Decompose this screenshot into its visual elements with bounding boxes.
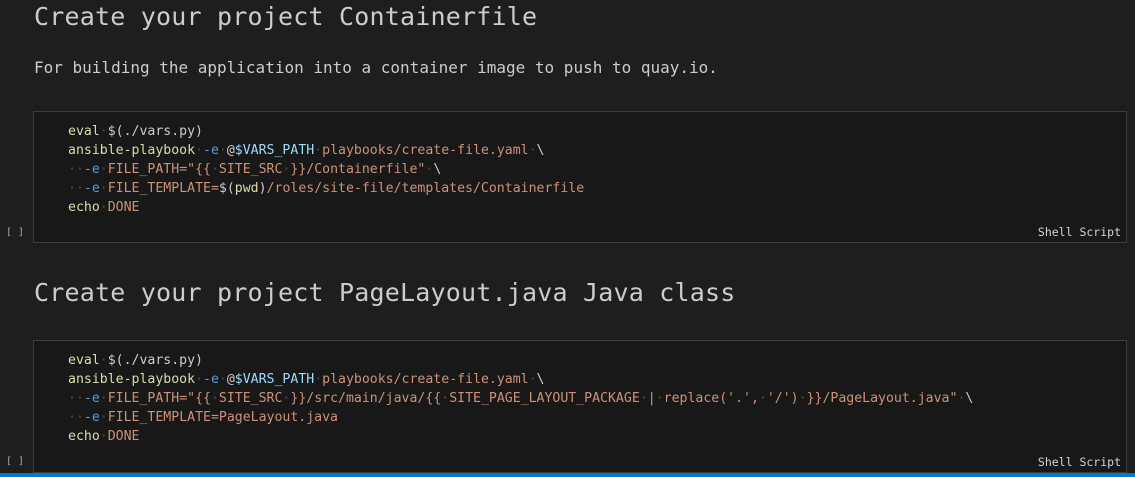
- code-token-ws: ·: [218, 143, 227, 158]
- code-token-str: }}/Containerfile": [290, 162, 426, 177]
- code-token-cmd: echo: [68, 200, 100, 215]
- code-token-cmd: ansible-playbook: [68, 372, 196, 387]
- code-token-var: $VARS_PATH: [234, 372, 315, 387]
- code-token-ws: ·: [99, 429, 108, 444]
- code-token-ws: ·: [99, 124, 108, 139]
- code-token-str: FILE_TEMPLATE=: [107, 181, 219, 196]
- code-token-cmd: eval: [68, 124, 100, 139]
- code-token-cmd: ansible-playbook: [68, 143, 196, 158]
- markdown-paragraph-containerfile: For building the application into a cont…: [34, 58, 718, 77]
- code-token-ws: ·: [441, 391, 450, 406]
- code-token-ws: ·: [218, 372, 227, 387]
- markdown-heading-containerfile: Create your project Containerfile: [34, 2, 538, 31]
- code-token-str: FILE_PATH="{{: [107, 391, 211, 406]
- code-token-var: $VARS_PATH: [234, 143, 315, 158]
- code-token-cmd: eval: [68, 353, 100, 368]
- code-token-ws: ··: [68, 181, 84, 196]
- code-token-ws: ·: [798, 391, 807, 406]
- code-token-str: playbooks/create-file.yaml: [322, 372, 529, 387]
- code-token-flag: -e: [83, 391, 100, 406]
- code-line[interactable]: echo·DONE: [68, 427, 973, 446]
- code-token-ws: ·: [528, 143, 537, 158]
- code-token-plain: @: [226, 372, 235, 387]
- code-token-plain: $(./vars.py): [107, 124, 203, 139]
- code-token-ws: ·: [655, 391, 664, 406]
- code-token-flag: -e: [203, 143, 219, 158]
- code-line[interactable]: eval·$(./vars.py): [68, 351, 973, 370]
- code-token-str: DONE: [107, 429, 140, 444]
- code-token-str: DONE: [107, 200, 140, 215]
- code-token-str: SITE_SRC: [218, 162, 283, 177]
- code-token-plain: $(./vars.py): [107, 353, 203, 368]
- code-token-flag: -e: [203, 372, 219, 387]
- execution-count-1[interactable]: [ ]: [6, 227, 24, 238]
- code-line[interactable]: echo·DONE: [68, 198, 584, 217]
- code-token-str: SITE_SRC: [218, 391, 283, 406]
- code-token-str: |: [647, 391, 656, 406]
- code-token-str: '/'): [766, 391, 799, 406]
- cell-language-label[interactable]: Shell Script: [1038, 225, 1121, 239]
- execution-count-2[interactable]: [ ]: [6, 456, 24, 467]
- code-token-plain: \: [536, 143, 545, 158]
- code-token-ws: ·: [99, 200, 108, 215]
- code-token-str: }}/src/main/java/{{: [290, 391, 442, 406]
- code-token-str: SITE_PAGE_LAYOUT_PACKAGE: [449, 391, 640, 406]
- code-token-plain: \: [536, 372, 545, 387]
- code-token-flag: -e: [83, 162, 100, 177]
- code-token-ws: ·: [195, 143, 203, 158]
- code-editor-2[interactable]: eval·$(./vars.py) ansible-playbook·-e·@$V…: [68, 351, 973, 446]
- code-token-ws: ·: [195, 372, 203, 387]
- cell-language-label[interactable]: Shell Script: [1038, 455, 1121, 469]
- code-line[interactable]: ··-e·FILE_TEMPLATE=$(pwd)/roles/site-fil…: [68, 179, 584, 198]
- code-token-ws: ·: [99, 410, 108, 425]
- code-token-plain: \: [433, 162, 442, 177]
- code-token-plain: $(: [218, 181, 235, 196]
- code-token-plain: \: [965, 391, 974, 406]
- code-token-ws: ·: [99, 181, 108, 196]
- code-token-ws: ·: [210, 391, 219, 406]
- code-token-str: }}/PageLayout.java": [806, 391, 958, 406]
- code-cell-pagelayout[interactable]: eval·$(./vars.py) ansible-playbook·-e·@$V…: [33, 340, 1127, 473]
- markdown-heading-pagelayout: Create your project PageLayout.java Java…: [34, 278, 736, 307]
- code-token-ws: ·: [99, 391, 108, 406]
- code-token-ws: ·: [528, 372, 537, 387]
- code-line[interactable]: ··-e·FILE_TEMPLATE=PageLayout.java: [68, 408, 973, 427]
- code-token-ws: ·: [639, 391, 648, 406]
- code-token-ws: ··: [68, 410, 84, 425]
- code-token-str: playbooks/create-file.yaml: [322, 143, 529, 158]
- code-token-str: replace('.',: [663, 391, 759, 406]
- code-token-ws: ·: [314, 143, 323, 158]
- code-line[interactable]: ··-e·FILE_PATH="{{·SITE_SRC·}}/src/main/…: [68, 389, 973, 408]
- code-line[interactable]: ansible-playbook·-e·@$VARS_PATH·playbook…: [68, 370, 973, 389]
- code-token-ws: ··: [68, 391, 84, 406]
- code-editor-1[interactable]: eval·$(./vars.py) ansible-playbook·-e·@$V…: [68, 122, 584, 217]
- code-line[interactable]: ··-e·FILE_PATH="{{·SITE_SRC·}}/Container…: [68, 160, 584, 179]
- code-line[interactable]: ansible-playbook·-e·@$VARS_PATH·playbook…: [68, 141, 584, 160]
- code-line[interactable]: eval·$(./vars.py): [68, 122, 584, 141]
- code-token-flag: -e: [83, 410, 100, 425]
- code-token-ws: ··: [68, 162, 84, 177]
- status-strip: [0, 473, 1135, 477]
- code-cell-containerfile[interactable]: eval·$(./vars.py) ansible-playbook·-e·@$V…: [33, 111, 1127, 243]
- code-token-ws: ·: [758, 391, 767, 406]
- code-token-cmd: echo: [68, 429, 100, 444]
- code-token-ws: ·: [99, 162, 108, 177]
- code-token-ws: ·: [314, 372, 323, 387]
- code-token-cmd: pwd: [234, 181, 259, 196]
- code-token-plain: ): [258, 181, 267, 196]
- code-token-str: FILE_PATH="{{: [107, 162, 211, 177]
- code-token-ws: ·: [99, 353, 108, 368]
- notebook-editor: Create your project Containerfile For bu…: [0, 0, 1135, 477]
- code-token-str: /roles/site-file/templates/Containerfile: [266, 181, 585, 196]
- code-token-plain: @: [226, 143, 235, 158]
- code-token-flag: -e: [83, 181, 100, 196]
- code-token-ws: ·: [210, 162, 219, 177]
- code-token-str: FILE_TEMPLATE=PageLayout.java: [107, 410, 338, 425]
